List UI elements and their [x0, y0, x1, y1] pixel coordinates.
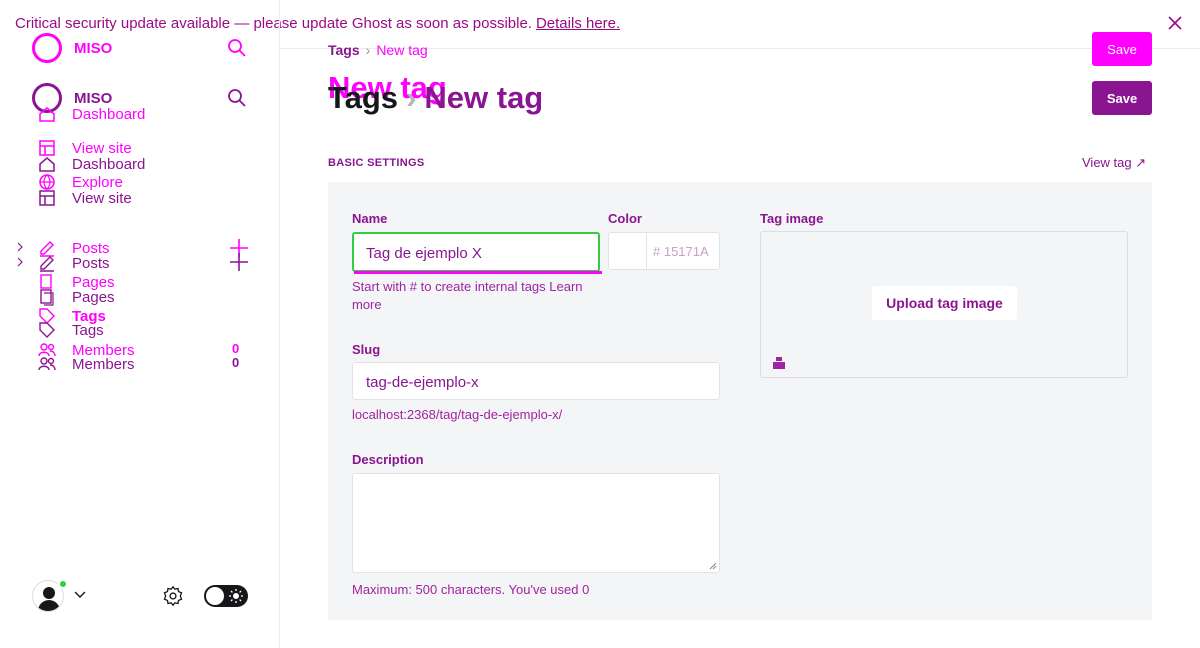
search-icon[interactable]: [227, 38, 247, 58]
sidebar-item-label: Pages: [72, 289, 115, 306]
save-button[interactable]: Save: [1092, 81, 1152, 115]
name-label: Name: [352, 211, 388, 226]
home-icon: [39, 157, 55, 172]
description-textarea[interactable]: [352, 473, 720, 573]
sidebar-item-pages[interactable]: Pages: [38, 288, 268, 306]
sidebar-item-view-site[interactable]: View site: [38, 189, 268, 207]
resize-handle-icon[interactable]: [709, 562, 717, 570]
layout-icon: [39, 190, 55, 206]
slug-value: tag-de-ejemplo-x: [366, 374, 479, 391]
name-value: Tag de ejemplo X: [366, 245, 482, 262]
online-status-dot: [58, 579, 68, 589]
breadcrumb-tags-link[interactable]: Tags: [328, 42, 360, 58]
gear-icon[interactable]: [162, 585, 184, 607]
pages-icon: [40, 289, 54, 306]
theme-toggle[interactable]: [204, 585, 248, 607]
sidebar-item-label: Posts: [72, 255, 110, 272]
brand-name[interactable]: MISO: [74, 40, 112, 57]
external-link-icon: ↗: [1135, 155, 1147, 170]
add-post-icon[interactable]: [229, 252, 249, 272]
members-count-badge: 0: [232, 355, 240, 370]
sidebar-item-members[interactable]: Members 0: [38, 355, 268, 373]
page-title-current: New tag: [424, 80, 544, 115]
breadcrumb: Tags › New tag: [328, 42, 428, 58]
description-label: Description: [352, 452, 424, 467]
name-input[interactable]: Tag de ejemplo X: [352, 232, 602, 274]
color-swatch[interactable]: [609, 233, 647, 269]
view-tag-link[interactable]: View tag ↗: [1082, 155, 1146, 171]
close-icon[interactable]: [1167, 15, 1183, 31]
page-title-parent[interactable]: Tags: [328, 80, 398, 115]
members-icon: [38, 357, 56, 371]
page-title: Tags › New tag: [328, 80, 544, 115]
sidebar-item-label: Tags: [72, 322, 104, 339]
chevron-right-icon[interactable]: [16, 242, 24, 252]
save-button-ghost[interactable]: Save: [1092, 32, 1152, 66]
tag-image-label: Tag image: [760, 211, 824, 226]
sun-icon: [229, 589, 243, 603]
sidebar-item-dashboard[interactable]: Dashboard: [38, 155, 268, 173]
sidebar-item-label: Dashboard: [72, 156, 146, 173]
chevron-down-icon[interactable]: [74, 590, 86, 600]
unsplash-icon[interactable]: [772, 356, 786, 370]
edit-icon: [40, 256, 54, 272]
upload-tag-image-button[interactable]: Upload tag image: [872, 286, 1017, 320]
color-label: Color: [608, 211, 642, 226]
description-hint: Maximum: 500 characters. You've used 0: [352, 582, 590, 597]
tag-icon: [39, 322, 55, 338]
breadcrumb-current: New tag: [376, 42, 428, 58]
sidebar-item-tags[interactable]: Tags: [38, 321, 268, 339]
sidebar-item-label: Members: [72, 356, 135, 373]
section-title: BASIC SETTINGS: [328, 157, 425, 169]
sidebar-item-label: View site: [72, 190, 132, 207]
color-picker[interactable]: # 15171A: [608, 232, 720, 270]
sidebar: MISO MISO Dashboard View site Dashboard …: [0, 0, 280, 648]
home-icon: [39, 107, 55, 122]
name-hint: Start with # to create internal tags Lea…: [352, 279, 583, 312]
brand-logo[interactable]: [32, 33, 62, 63]
members-count-badge: 0: [232, 341, 240, 356]
color-hex-input[interactable]: # 15171A: [653, 244, 709, 259]
slug-input[interactable]: tag-de-ejemplo-x: [352, 362, 720, 400]
chevron-right-icon[interactable]: [16, 257, 24, 267]
banner-details-link[interactable]: Details here.: [536, 15, 620, 32]
name-input-underline: [354, 271, 602, 274]
slug-label: Slug: [352, 342, 381, 357]
sidebar-item-label: Dashboard: [72, 106, 146, 123]
sidebar-item-dashboard-ghost[interactable]: Dashboard: [38, 105, 268, 123]
slug-url-preview: localhost:2368/tag/tag-de-ejemplo-x/: [352, 407, 563, 422]
